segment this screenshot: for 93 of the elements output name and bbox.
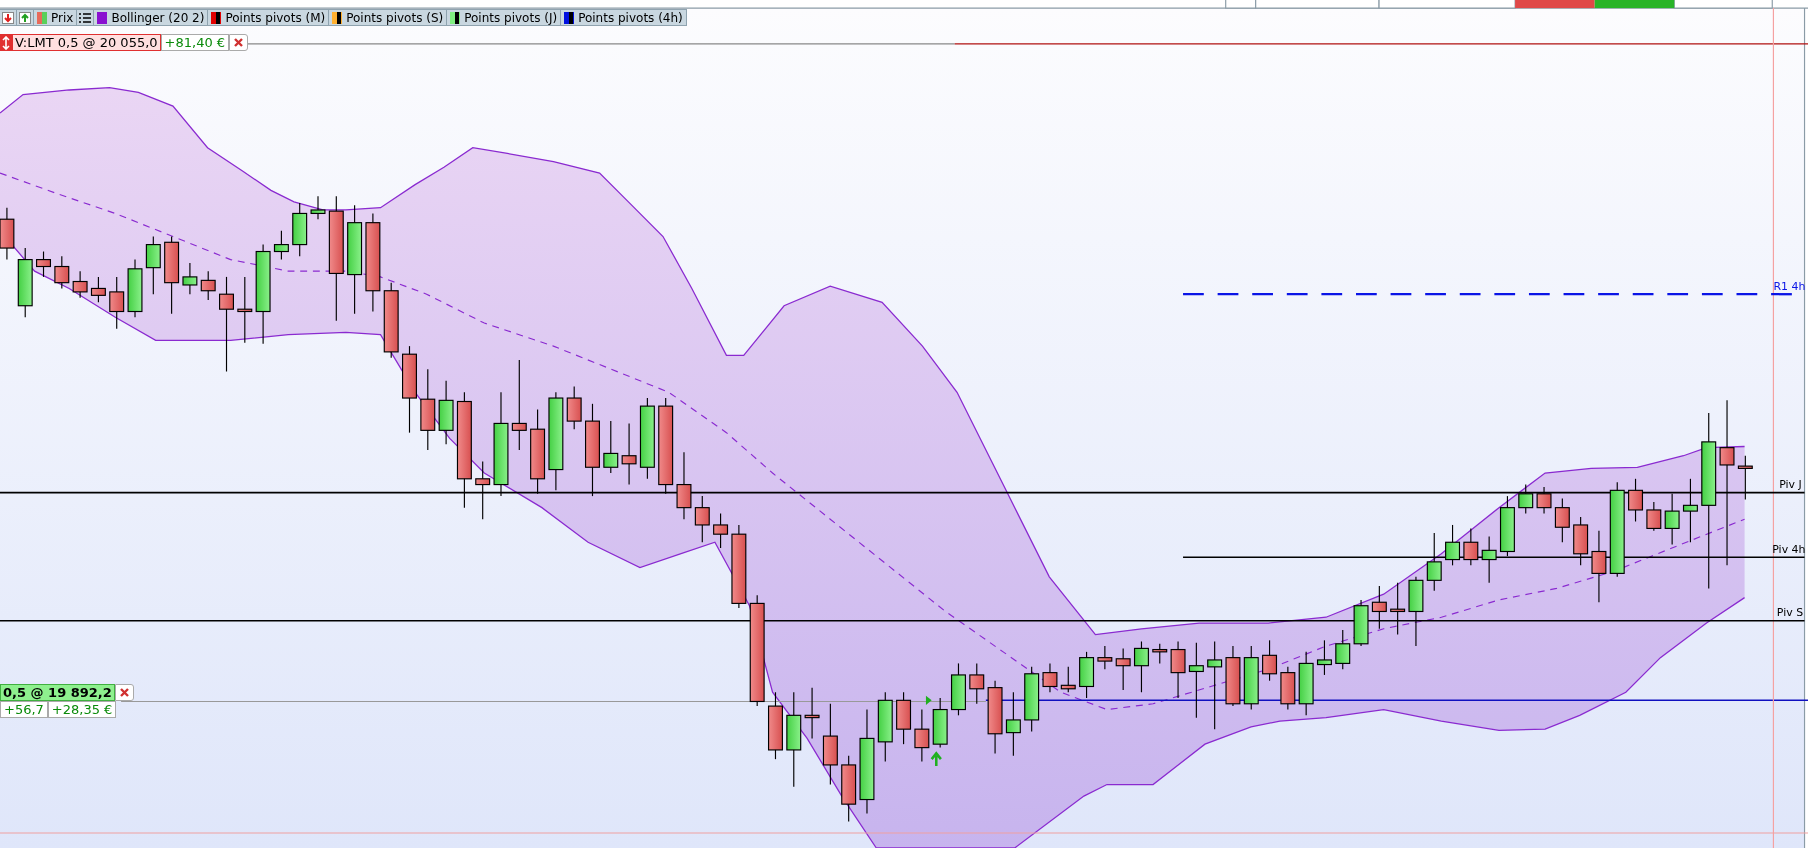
candlestick bbox=[768, 691, 783, 760]
pivot-label: R1 4h bbox=[1773, 279, 1806, 293]
candlestick bbox=[676, 451, 692, 520]
candlestick bbox=[804, 687, 820, 739]
candlestick bbox=[1628, 478, 1644, 523]
candlestick bbox=[1426, 532, 1442, 592]
candlestick bbox=[1316, 639, 1332, 676]
candlestick bbox=[896, 691, 912, 745]
candlestick bbox=[36, 250, 51, 278]
close-icon[interactable] bbox=[229, 34, 249, 51]
pivot-label: Piv S bbox=[1776, 606, 1804, 620]
top-tab[interactable] bbox=[1225, 0, 1257, 9]
candlestick bbox=[310, 195, 326, 220]
move-order-icon[interactable] bbox=[0, 34, 12, 51]
indicator-tab[interactable]: Points pivots (J) bbox=[447, 9, 562, 26]
candlestick bbox=[1481, 535, 1497, 584]
candlestick bbox=[475, 460, 491, 520]
candlestick bbox=[17, 247, 33, 318]
candlestick bbox=[1737, 455, 1753, 501]
pivot-label: Piv J bbox=[1779, 478, 1802, 492]
candlestick bbox=[1152, 643, 1168, 664]
position-label: 0,5 @ 19 892,2 bbox=[0, 684, 115, 701]
candlestick bbox=[1060, 666, 1076, 693]
candlestick bbox=[0, 207, 15, 261]
candlestick bbox=[1024, 666, 1040, 733]
profit-label: +81,40 € bbox=[160, 34, 230, 51]
candlestick bbox=[950, 662, 966, 716]
candlestick bbox=[72, 270, 88, 299]
candlestick bbox=[877, 691, 893, 763]
candlestick bbox=[1115, 647, 1131, 691]
candlestick bbox=[1005, 691, 1021, 757]
top-tab[interactable] bbox=[1378, 0, 1516, 9]
candlestick bbox=[200, 270, 216, 301]
sell-bar[interactable] bbox=[1515, 0, 1595, 9]
indicator-tab[interactable]: Points pivots (M) bbox=[208, 9, 330, 26]
candlestick bbox=[1353, 599, 1369, 647]
buy-arrow-icon[interactable] bbox=[17, 9, 34, 26]
candlestick bbox=[621, 422, 637, 486]
pivot-label: Piv 4h bbox=[1772, 542, 1806, 556]
candlestick bbox=[1463, 527, 1479, 566]
indicator-tab[interactable]: Points pivots (S) bbox=[329, 9, 448, 26]
profit-label: +28,35 € bbox=[47, 701, 117, 718]
candlestick bbox=[932, 697, 948, 749]
candlestick bbox=[182, 262, 198, 295]
candlestick bbox=[54, 255, 70, 289]
candlestick bbox=[1170, 640, 1186, 699]
candlestick bbox=[1280, 666, 1296, 711]
candlestick bbox=[1646, 501, 1662, 532]
candlestick bbox=[1554, 497, 1570, 543]
candlestick bbox=[969, 662, 985, 705]
candlestick bbox=[127, 259, 143, 318]
candlestick bbox=[90, 276, 106, 303]
candlestick bbox=[109, 276, 125, 330]
points-label: +56,7 bbox=[0, 701, 48, 718]
candlestick bbox=[713, 512, 729, 549]
sell-arrow-icon[interactable] bbox=[0, 9, 17, 26]
candlestick bbox=[1390, 582, 1406, 636]
candlestick bbox=[1408, 576, 1424, 647]
candlestick bbox=[237, 276, 253, 344]
candlestick bbox=[273, 230, 289, 261]
candlestick bbox=[1133, 640, 1149, 693]
candlestick bbox=[914, 708, 930, 763]
candlestick bbox=[1499, 495, 1515, 557]
candlestick bbox=[145, 235, 161, 295]
candlestick bbox=[1573, 516, 1589, 566]
candlestick bbox=[1225, 645, 1241, 707]
candlestick bbox=[1371, 585, 1387, 630]
candlestick bbox=[1262, 639, 1278, 682]
indicator-tab[interactable]: Points pivots (4h) bbox=[561, 9, 687, 26]
order-label: V:LMT 0,5 @ 20 055,0 bbox=[12, 34, 161, 51]
candlestick bbox=[1335, 629, 1351, 670]
candlestick bbox=[1097, 645, 1113, 670]
candlestick bbox=[292, 202, 308, 257]
buy-arrow-icon bbox=[930, 751, 943, 768]
indicator-tab[interactable]: Bollinger (20 2) bbox=[94, 9, 209, 26]
candlestick bbox=[603, 420, 619, 474]
candlestick bbox=[1243, 645, 1259, 711]
candlestick bbox=[1664, 493, 1680, 546]
top-tab[interactable] bbox=[1673, 0, 1773, 9]
candlestick bbox=[1298, 651, 1314, 716]
candlestick bbox=[1445, 524, 1461, 566]
candlestick bbox=[841, 755, 857, 823]
entry-marker-icon bbox=[925, 695, 932, 705]
indicator-tab[interactable]: Prix bbox=[34, 9, 78, 26]
list-icon[interactable] bbox=[77, 9, 95, 26]
candlestick bbox=[1682, 478, 1698, 543]
candlestick bbox=[1042, 662, 1058, 693]
candlestick bbox=[566, 385, 582, 430]
candlestick bbox=[694, 495, 710, 543]
candlestick bbox=[1536, 486, 1552, 514]
candlestick bbox=[1079, 651, 1095, 699]
candlestick bbox=[438, 380, 454, 445]
candlestick bbox=[1518, 484, 1534, 514]
